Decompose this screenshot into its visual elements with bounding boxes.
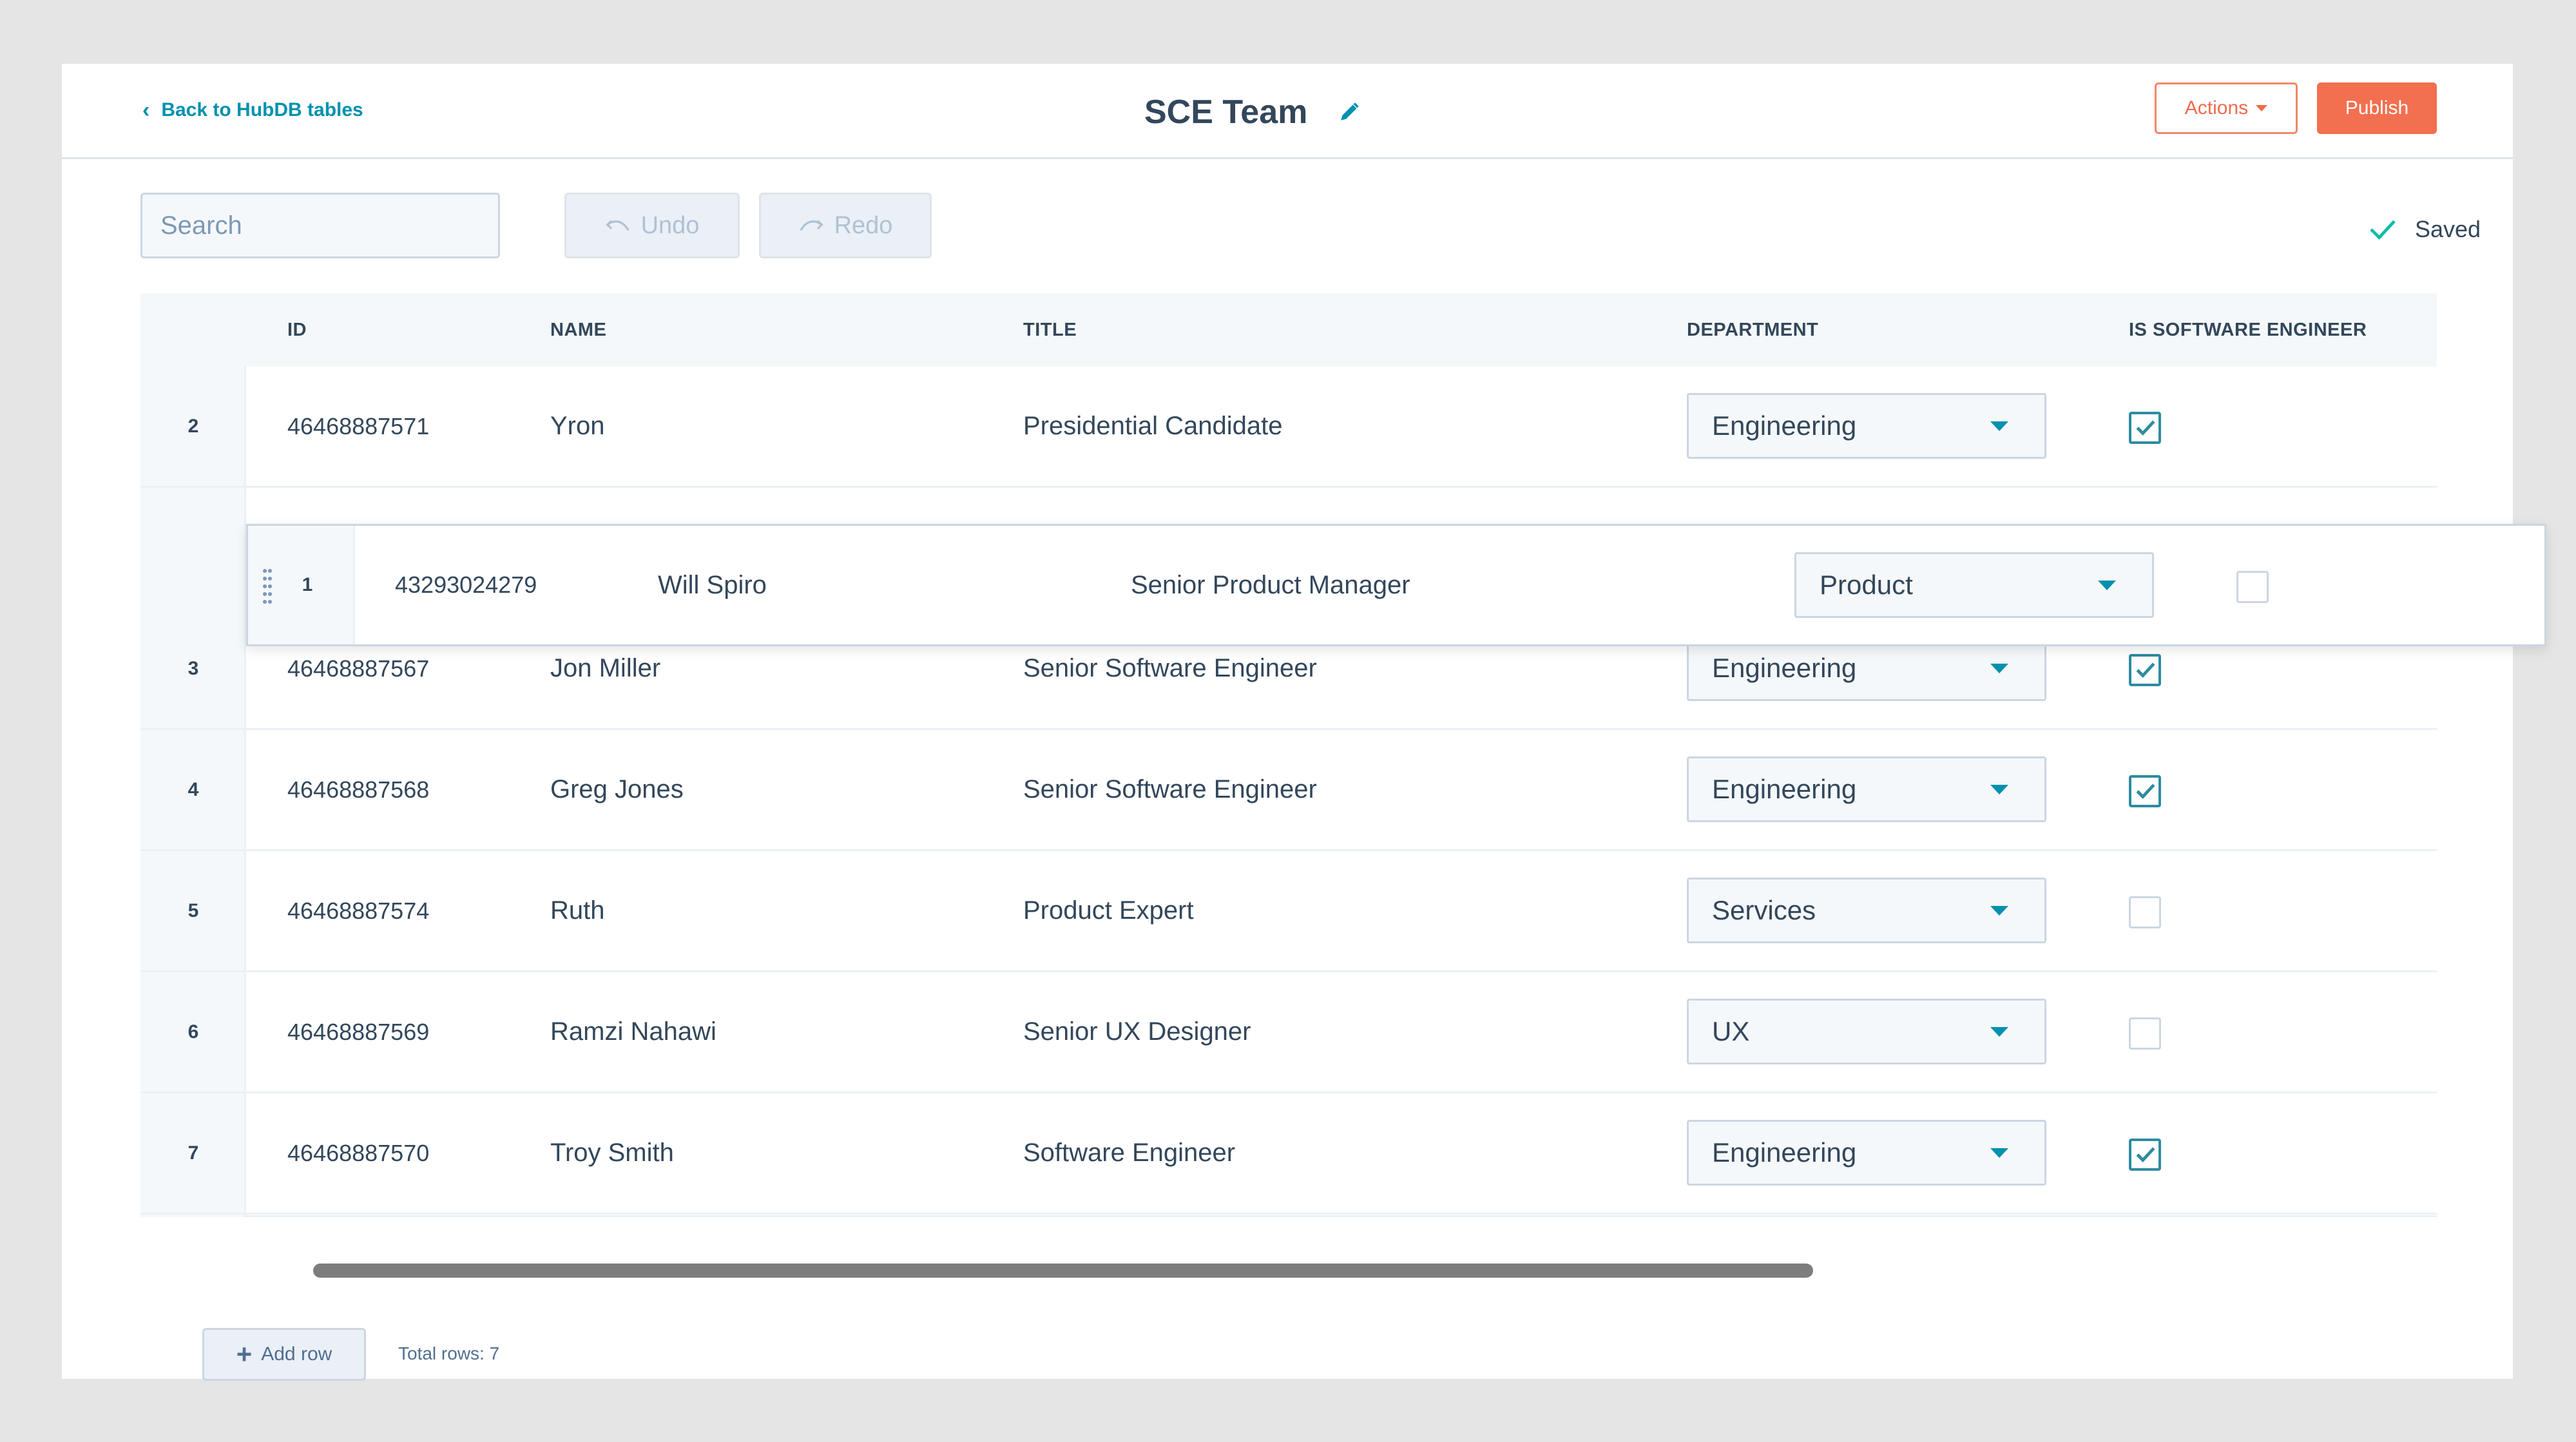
- row-name[interactable]: Ruth: [550, 851, 605, 970]
- department-select[interactable]: Engineering: [1687, 1120, 2046, 1186]
- row-number: 5: [187, 899, 199, 921]
- department-select[interactable]: Engineering: [1687, 756, 2046, 822]
- table-row[interactable]: 2 46468887571 Yron Presidential Candidate En…: [140, 367, 2437, 488]
- row-name[interactable]: Yron: [550, 367, 605, 486]
- plus-icon: +: [236, 1339, 253, 1369]
- row-id[interactable]: 43293024279: [395, 526, 537, 644]
- search-input[interactable]: [160, 211, 492, 240]
- undo-icon: [606, 220, 630, 231]
- caret-down-icon: [1990, 664, 2008, 673]
- is-software-engineer-checkbox[interactable]: [2236, 571, 2269, 603]
- row-number: 3: [187, 657, 199, 679]
- chevron-left-icon: ‹: [142, 98, 150, 122]
- row-name[interactable]: Ramzi Nahawi: [550, 972, 716, 1091]
- total-rows-label: Total rows: 7: [398, 1343, 500, 1363]
- row-id[interactable]: 46468887569: [287, 972, 429, 1091]
- column-header-department[interactable]: DEPARTMENT: [1687, 293, 1818, 367]
- row-number: 2: [187, 415, 199, 437]
- row-name[interactable]: Will Spiro: [658, 526, 767, 644]
- back-link[interactable]: ‹ Back to HubDB tables: [142, 97, 363, 123]
- add-row-label: Add row: [261, 1343, 332, 1365]
- caret-down-icon: [2256, 105, 2268, 111]
- caret-down-icon: [1990, 785, 2008, 794]
- checkmark-icon: [2136, 420, 2155, 436]
- caret-down-icon: [1990, 906, 2008, 916]
- undo-label: Undo: [640, 211, 700, 239]
- undo-button[interactable]: Undo: [564, 193, 740, 258]
- actions-label: Actions: [2184, 97, 2249, 119]
- row-name[interactable]: Greg Jones: [550, 730, 684, 849]
- department-select[interactable]: Services: [1687, 878, 2046, 943]
- redo-icon: [799, 220, 823, 231]
- redo-label: Redo: [834, 211, 893, 239]
- title-wrap: SCE Team: [1144, 90, 1360, 135]
- column-header-title[interactable]: TITLE: [1023, 293, 1077, 367]
- dragged-row[interactable]: 1 43293024279 Will Spiro Senior Product …: [246, 524, 2546, 646]
- drag-handle-icon[interactable]: [261, 567, 274, 606]
- department-value: Engineering: [1712, 653, 1857, 683]
- department-value: UX: [1712, 1016, 1750, 1046]
- redo-button[interactable]: Redo: [759, 193, 932, 258]
- caret-down-icon: [2098, 581, 2116, 590]
- column-header-id[interactable]: ID: [287, 293, 307, 367]
- checkmark-icon: [2136, 783, 2155, 799]
- table-row[interactable]: 5 46468887574 Ruth Product Expert Services: [140, 851, 2437, 972]
- data-table: ID NAME TITLE DEPARTMENT IS SOFTWARE ENG…: [140, 293, 2437, 1217]
- add-row-button[interactable]: + Add row: [202, 1328, 366, 1381]
- caret-down-icon: [1990, 1027, 2008, 1037]
- caret-down-icon: [1990, 1148, 2008, 1158]
- row-id[interactable]: 46468887570: [287, 1093, 429, 1213]
- department-select[interactable]: Product: [1794, 552, 2154, 618]
- department-value: Engineering: [1712, 774, 1857, 804]
- row-title[interactable]: Product Expert: [1023, 851, 1194, 970]
- checkmark-icon: [2370, 220, 2396, 240]
- is-software-engineer-checkbox[interactable]: [2129, 896, 2161, 928]
- department-value: Services: [1712, 895, 1816, 925]
- page-header: ‹ Back to HubDB tables SCE Team Actions …: [62, 64, 2513, 159]
- row-number: 7: [187, 1142, 199, 1164]
- is-software-engineer-checkbox[interactable]: [2129, 775, 2161, 807]
- caret-down-icon: [1990, 421, 2008, 431]
- row-id[interactable]: 46468887568: [287, 730, 429, 849]
- row-id[interactable]: 46468887574: [287, 851, 429, 970]
- row-number: 6: [187, 1021, 199, 1043]
- row-number: 4: [187, 778, 199, 800]
- department-select[interactable]: UX: [1687, 999, 2046, 1064]
- saved-label: Saved: [2415, 216, 2481, 242]
- checkmark-icon: [2136, 1147, 2155, 1162]
- horizontal-scrollbar[interactable]: [313, 1264, 1813, 1278]
- is-software-engineer-checkbox[interactable]: [2129, 1017, 2161, 1050]
- department-select[interactable]: Engineering: [1687, 393, 2046, 459]
- row-title[interactable]: Senior UX Designer: [1023, 972, 1251, 1091]
- table-header: ID NAME TITLE DEPARTMENT IS SOFTWARE ENG…: [140, 293, 2437, 367]
- column-header-is-software-engineer[interactable]: IS SOFTWARE ENGINEER: [2129, 293, 2367, 367]
- department-value: Product: [1820, 570, 1913, 600]
- row-title[interactable]: Presidential Candidate: [1023, 367, 1282, 486]
- row-id[interactable]: 46468887571: [287, 367, 429, 486]
- is-software-engineer-checkbox[interactable]: [2129, 412, 2161, 444]
- page-title: SCE Team: [1144, 93, 1308, 131]
- department-value: Engineering: [1712, 410, 1857, 441]
- is-software-engineer-checkbox[interactable]: [2129, 1139, 2161, 1171]
- row-number: 1: [302, 574, 313, 595]
- department-value: Engineering: [1712, 1137, 1857, 1168]
- row-title[interactable]: Senior Product Manager: [1131, 526, 1410, 644]
- row-name[interactable]: Troy Smith: [550, 1093, 674, 1213]
- column-header-name[interactable]: NAME: [550, 293, 606, 367]
- table-row[interactable]: 4 46468887568 Greg Jones Senior Software En…: [140, 730, 2437, 851]
- actions-button[interactable]: Actions: [2155, 82, 2298, 134]
- pencil-icon[interactable]: [1338, 101, 1360, 123]
- table-row[interactable]: 7 46468887570 Troy Smith Software Engineer E…: [140, 1093, 2437, 1215]
- row-title[interactable]: Senior Software Engineer: [1023, 730, 1317, 849]
- is-software-engineer-checkbox[interactable]: [2129, 654, 2161, 686]
- search-field[interactable]: [140, 193, 500, 258]
- table-row[interactable]: 6 46468887569 Ramzi Nahawi Senior UX Design…: [140, 972, 2437, 1093]
- publish-button[interactable]: Publish: [2317, 82, 2437, 134]
- app-window: ‹ Back to HubDB tables SCE Team Actions …: [62, 64, 2546, 1381]
- checkmark-icon: [2136, 662, 2155, 678]
- row-title[interactable]: Software Engineer: [1023, 1093, 1235, 1213]
- saved-status: Saved: [2369, 213, 2481, 245]
- back-link-label: Back to HubDB tables: [161, 99, 363, 120]
